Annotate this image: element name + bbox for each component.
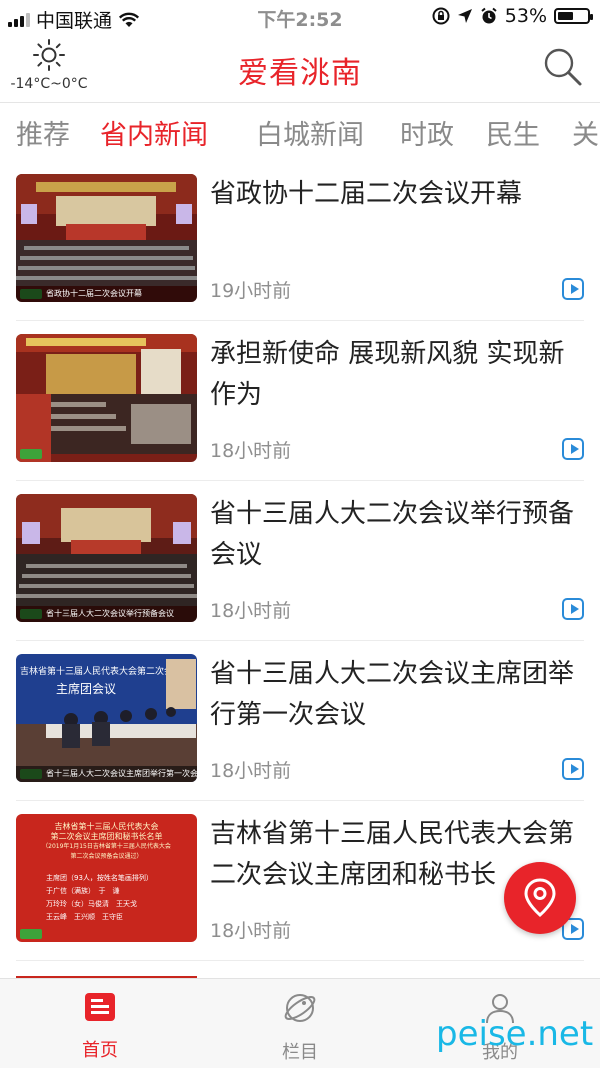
news-item[interactable]: 省十三届人大二次会议举行预备会议 省十三届人大二次会议举行预备会议 18小时前 <box>16 480 584 641</box>
news-item[interactable]: 承担新使命 展现新风貌 实现新作为 18小时前 <box>16 320 584 481</box>
alarm-icon <box>481 7 497 24</box>
news-item[interactable]: 吉林省第十三届人民代表大会第二次会议 主席团会议 省十三届人大二次会议主席团举行… <box>16 640 584 801</box>
nav-columns-label: 栏目 <box>282 1042 318 1063</box>
thumb5-line: 万玲玲（女）马俊清 王天戈 <box>46 900 137 908</box>
video-play-icon <box>562 438 584 460</box>
thumb5-line: 于广信（满族） 于 谦 <box>46 887 120 895</box>
news-thumbnail: 省十三届人大二次会议举行预备会议 <box>16 494 197 622</box>
thumb5-line: 第二次会议主席团和秘书长名单 <box>50 832 163 841</box>
news-time: 18小时前 <box>210 760 292 782</box>
news-title: 省十三届人大二次会议举行预备会议 <box>210 499 575 570</box>
category-tabs: 推荐 省内新闻 白城新闻 时政 民生 关 <box>0 103 600 159</box>
thumb-caption: 省十三届人大二次会议主席团举行第一次会议 <box>16 766 197 782</box>
search-icon <box>544 48 582 86</box>
tv-logo <box>20 929 42 939</box>
rotation-lock-icon <box>432 7 450 25</box>
news-time: 18小时前 <box>210 920 292 942</box>
tv-logo <box>20 449 42 459</box>
home-news-icon <box>85 993 115 1021</box>
tab-provincial-news[interactable]: 省内新闻 <box>100 113 208 152</box>
video-play-icon <box>562 278 584 300</box>
news-time: 18小时前 <box>210 440 292 462</box>
thumb-caption: 省十三届人大二次会议举行预备会议 <box>16 606 197 622</box>
thumb5-line: 吉林省第十三届人民代表大会 <box>54 822 159 831</box>
video-play-icon <box>562 598 584 620</box>
battery-percent: 53% <box>504 5 547 27</box>
planet-icon <box>284 994 316 1022</box>
news-thumbnail: 省政协十二届二次会议开幕 <box>16 174 197 302</box>
tab-recommend[interactable]: 推荐 <box>16 113 70 152</box>
search-button[interactable] <box>542 46 584 92</box>
nav-home[interactable]: 首页 <box>40 991 160 1062</box>
nav-columns[interactable]: 栏目 <box>240 991 360 1064</box>
location-fab[interactable] <box>504 862 576 934</box>
news-thumbnail: 吉林省第十三届人民代表大会第二次会议 主席团会议 省十三届人大二次会议主席团举行… <box>16 654 197 782</box>
app-header: -14°C~0°C 爱看洮南 <box>0 36 600 103</box>
thumb-caption: 省政协十二届二次会议开幕 <box>16 286 197 302</box>
news-time: 19小时前 <box>210 280 292 302</box>
location-arrow-icon <box>457 9 472 23</box>
tab-more[interactable]: 关 <box>572 113 599 152</box>
app-title: 爱看洮南 <box>238 56 362 91</box>
news-item[interactable]: 吉林省第十三届人民代表大会 第二次会议主席团和秘书长名单 （2019年1月15日… <box>16 800 584 961</box>
location-pin-icon <box>524 878 556 917</box>
news-thumbnail: 吉林省第十三届人民代表大会 第二次会议主席团和秘书长名单 （2019年1月15日… <box>16 814 197 942</box>
tab-politics[interactable]: 时政 <box>400 113 454 152</box>
tab-baicheng-news[interactable]: 白城新闻 <box>256 113 364 152</box>
news-thumbnail <box>16 334 197 462</box>
news-time: 18小时前 <box>210 600 292 622</box>
nav-home-label: 首页 <box>82 1040 118 1061</box>
video-play-icon <box>562 758 584 780</box>
thumb5-line: 第二次会议预备会议通过） <box>70 853 143 860</box>
thumb5-line: 主席团（93人，按姓名笔画排列） <box>46 874 153 882</box>
news-title: 承担新使命 展现新风貌 实现新作为 <box>210 339 565 410</box>
news-title: 省十三届人大二次会议主席团举行第一次会议 <box>210 659 575 730</box>
status-bar: 中国联通 下午2:52 53% <box>0 0 600 36</box>
thumb5-line: 王云峰 王兴顺 王守臣 <box>46 913 123 921</box>
news-title: 省政协十二届二次会议开幕 <box>210 179 523 209</box>
tab-livelihood[interactable]: 民生 <box>486 113 540 152</box>
watermark: peise.net <box>436 1014 594 1054</box>
news-item[interactable]: 省政协十二届二次会议开幕 省政协十二届二次会议开幕 19小时前 <box>16 160 584 321</box>
battery-icon <box>554 8 593 24</box>
thumb5-line: （2019年1月15日吉林省第十三届人民代表大会 <box>42 843 171 850</box>
